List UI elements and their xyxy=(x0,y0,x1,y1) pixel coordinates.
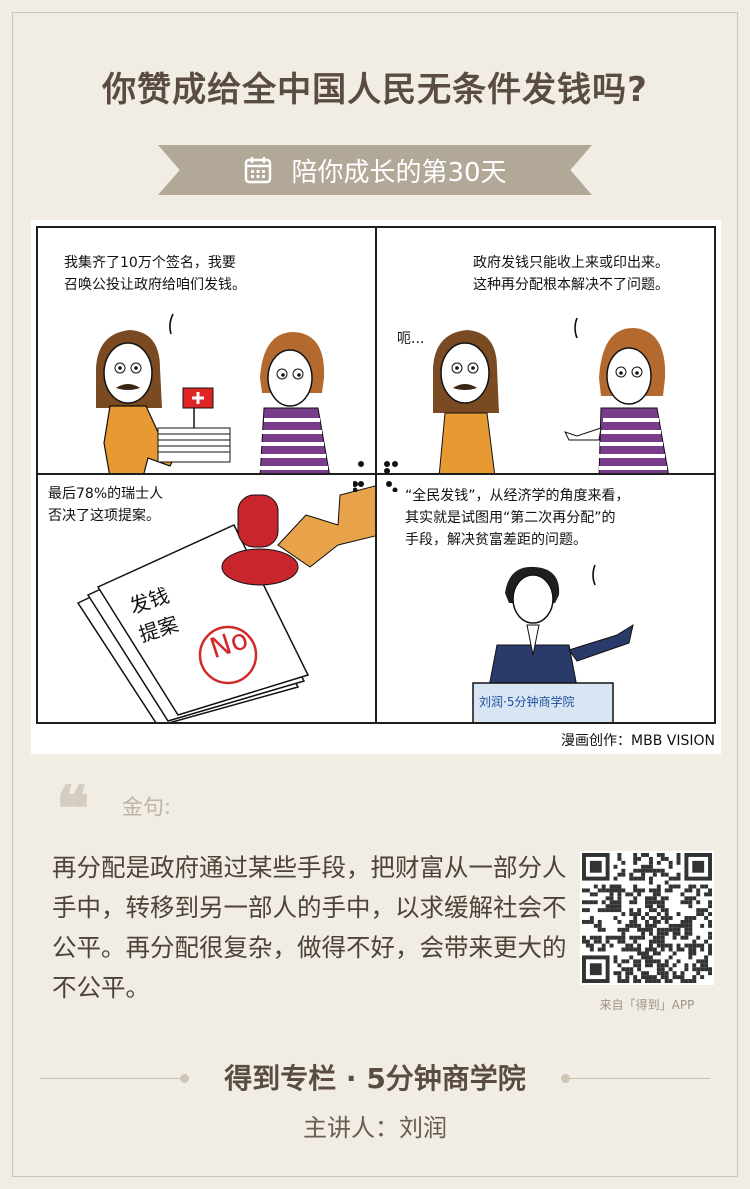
panel3-illustration xyxy=(76,485,375,722)
panel1-illustration xyxy=(96,313,330,473)
panel4-illustration xyxy=(472,564,634,722)
comic-credit: 漫画创作：MBB VISION xyxy=(561,733,715,749)
calendar-icon xyxy=(245,157,272,184)
column-name: 得到专栏 · 5分钟商学院 xyxy=(224,1062,526,1095)
comic-panel-1: 我集齐了10万个签名，我要 召唤公投让政府给咱们发钱。 xyxy=(36,226,377,475)
qr-caption: 来自「得到」APP xyxy=(599,998,695,1012)
quote-mark-icon: ❝ xyxy=(56,772,90,845)
podium-label: 刘润·5分钟商学院 xyxy=(479,695,575,709)
qr-code-icon[interactable] xyxy=(580,851,714,985)
panel-divider-dots xyxy=(353,461,398,492)
comic-panel-4: “全民发钱”，从经济学的角度来看， 其实就是试图用“第二次再分配”的 手段，解决… xyxy=(375,473,716,724)
no-stamp: No xyxy=(205,621,253,666)
panel2-illustration xyxy=(433,317,669,473)
day-ribbon-content: 陪你成长的第30天 xyxy=(158,145,592,195)
ribbon-label: 陪你成长的第30天 xyxy=(291,157,507,188)
page-title: 你赞成给全中国人民无条件发钱吗? xyxy=(102,70,648,110)
comic-strip: 我集齐了10万个签名，我要 召唤公投让政府给咱们发钱。 政府发钱只能收上来或印出… xyxy=(31,220,721,754)
comic-panel-3: 最后78%的瑞士人 否决了这项提案。 发钱 提案 No xyxy=(36,473,377,724)
quote-label: 金句: xyxy=(122,795,172,819)
quote-text: 再分配是政府通过某些手段，把财富从一部分人手中，转移到另一部人的手中，以求缓解社… xyxy=(52,853,567,1002)
comic-panel-2: 政府发钱只能收上来或印出来。 这种再分配根本解决不了问题。 呃... xyxy=(375,226,716,475)
lecturer-name: 主讲人：刘润 xyxy=(303,1114,447,1142)
